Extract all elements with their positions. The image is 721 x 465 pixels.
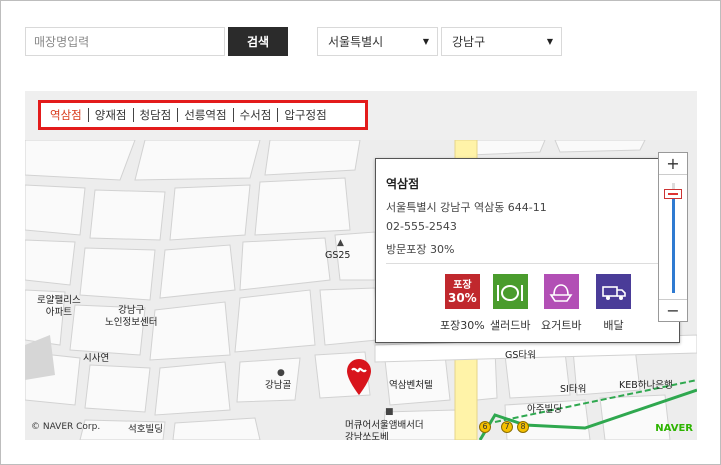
zoom-slider-handle[interactable]: [664, 189, 682, 199]
naver-logo: NAVER: [655, 423, 693, 434]
restaurant-icon: ●: [277, 368, 285, 378]
tab-apgujeong[interactable]: 압구정점: [278, 108, 332, 122]
shopping-icon: ▲: [337, 238, 344, 248]
store-name: 역삼점: [386, 177, 420, 191]
amenity-label: 샐러드바: [490, 319, 531, 332]
chevron-down-icon: ▼: [422, 37, 429, 46]
chevron-down-icon: ▼: [546, 37, 553, 46]
amenity-takeout: 포장 30% 포장30%: [440, 274, 485, 333]
amenity-label: 포장30%: [440, 319, 485, 332]
map-label-gangnamgol: 강남골: [265, 380, 292, 391]
map-label-aju: 아주빌딩: [527, 404, 562, 415]
store-search-input[interactable]: [25, 27, 225, 56]
tab-cheongdam[interactable]: 청담점: [134, 108, 178, 122]
amenity-salad-bar: 샐러드바: [490, 274, 530, 333]
bus-stop-marker[interactable]: 6: [479, 421, 491, 433]
map-label-yeoksam-venture: 역삼벤처텔: [389, 380, 433, 391]
store-tabs: 역삼점 양재점 청담점 선릉역점 수서점 압구정점: [38, 100, 368, 130]
amenity-label: 요거트바: [541, 319, 582, 332]
district-select-value: 강남구: [452, 35, 486, 49]
map-label-si-tower: SI타워: [560, 384, 587, 395]
search-button[interactable]: 검색: [228, 27, 288, 56]
map-label-gs-tower: GS타워: [505, 350, 536, 361]
delivery-icon: [596, 274, 631, 309]
map-label-senior-center: 강남구 노인정보센터: [105, 305, 158, 328]
zoom-in-button[interactable]: +: [659, 153, 687, 175]
takeout-30-icon: 포장 30%: [444, 274, 480, 309]
zoom-level-fill: [672, 199, 675, 293]
zoom-control: + −: [658, 152, 688, 322]
hotel-icon: ■: [385, 407, 394, 417]
amenity-yogurt-bar: 요거트바: [541, 274, 581, 333]
bus-stop-marker[interactable]: 7: [501, 421, 513, 433]
map-copyright: © NAVER Corp.: [31, 422, 101, 432]
tab-yeoksam[interactable]: 역삼점: [44, 108, 88, 122]
zoom-out-button[interactable]: −: [659, 299, 687, 321]
map-label-mercure: 머큐어서울앰배서더 강남쏘도베: [345, 420, 424, 440]
amenity-delivery: 배달: [596, 274, 631, 333]
city-select-value: 서울특별시: [328, 35, 384, 49]
map-label-royal-palace: 로얄팰리스 아파트: [37, 295, 81, 318]
tab-suseo[interactable]: 수서점: [234, 108, 278, 122]
salad-bar-icon: [492, 274, 528, 309]
tab-seolleung[interactable]: 선릉역점: [178, 108, 232, 122]
map-label-gs25: GS25: [325, 250, 351, 261]
tab-yangjae[interactable]: 양재점: [89, 108, 133, 122]
map-label-seokho: 석호빌딩: [128, 424, 163, 435]
map-label-keb: KEB하나은행: [619, 380, 673, 391]
bus-stop-marker[interactable]: 8: [517, 421, 529, 433]
store-address: 서울특별시 강남구 역삼동 644-11: [386, 201, 547, 214]
store-tab-bar: 역삼점 양재점 청담점 선릉역점 수서점 압구정점: [25, 91, 697, 140]
amenity-label: 배달: [603, 319, 624, 332]
store-map[interactable]: GS25 ▲ 로얄팰리스 아파트 강남구 노인정보센터 시사연 ● 강남골 역삼…: [25, 140, 697, 440]
district-select[interactable]: 강남구 ▼: [441, 27, 562, 56]
store-phone[interactable]: 02-555-2543: [386, 220, 457, 233]
store-location-pin[interactable]: [345, 358, 373, 396]
store-discount: 방문포장 30%: [386, 243, 455, 256]
map-label-sasayeon: 시사연: [83, 353, 110, 364]
city-select[interactable]: 서울특별시 ▼: [317, 27, 438, 56]
popup-divider: [386, 263, 669, 264]
store-info-popup: 역삼점 서울특별시 강남구 역삼동 644-11 02-555-2543 방문포…: [375, 158, 680, 343]
yogurt-bar-icon: [543, 274, 579, 309]
